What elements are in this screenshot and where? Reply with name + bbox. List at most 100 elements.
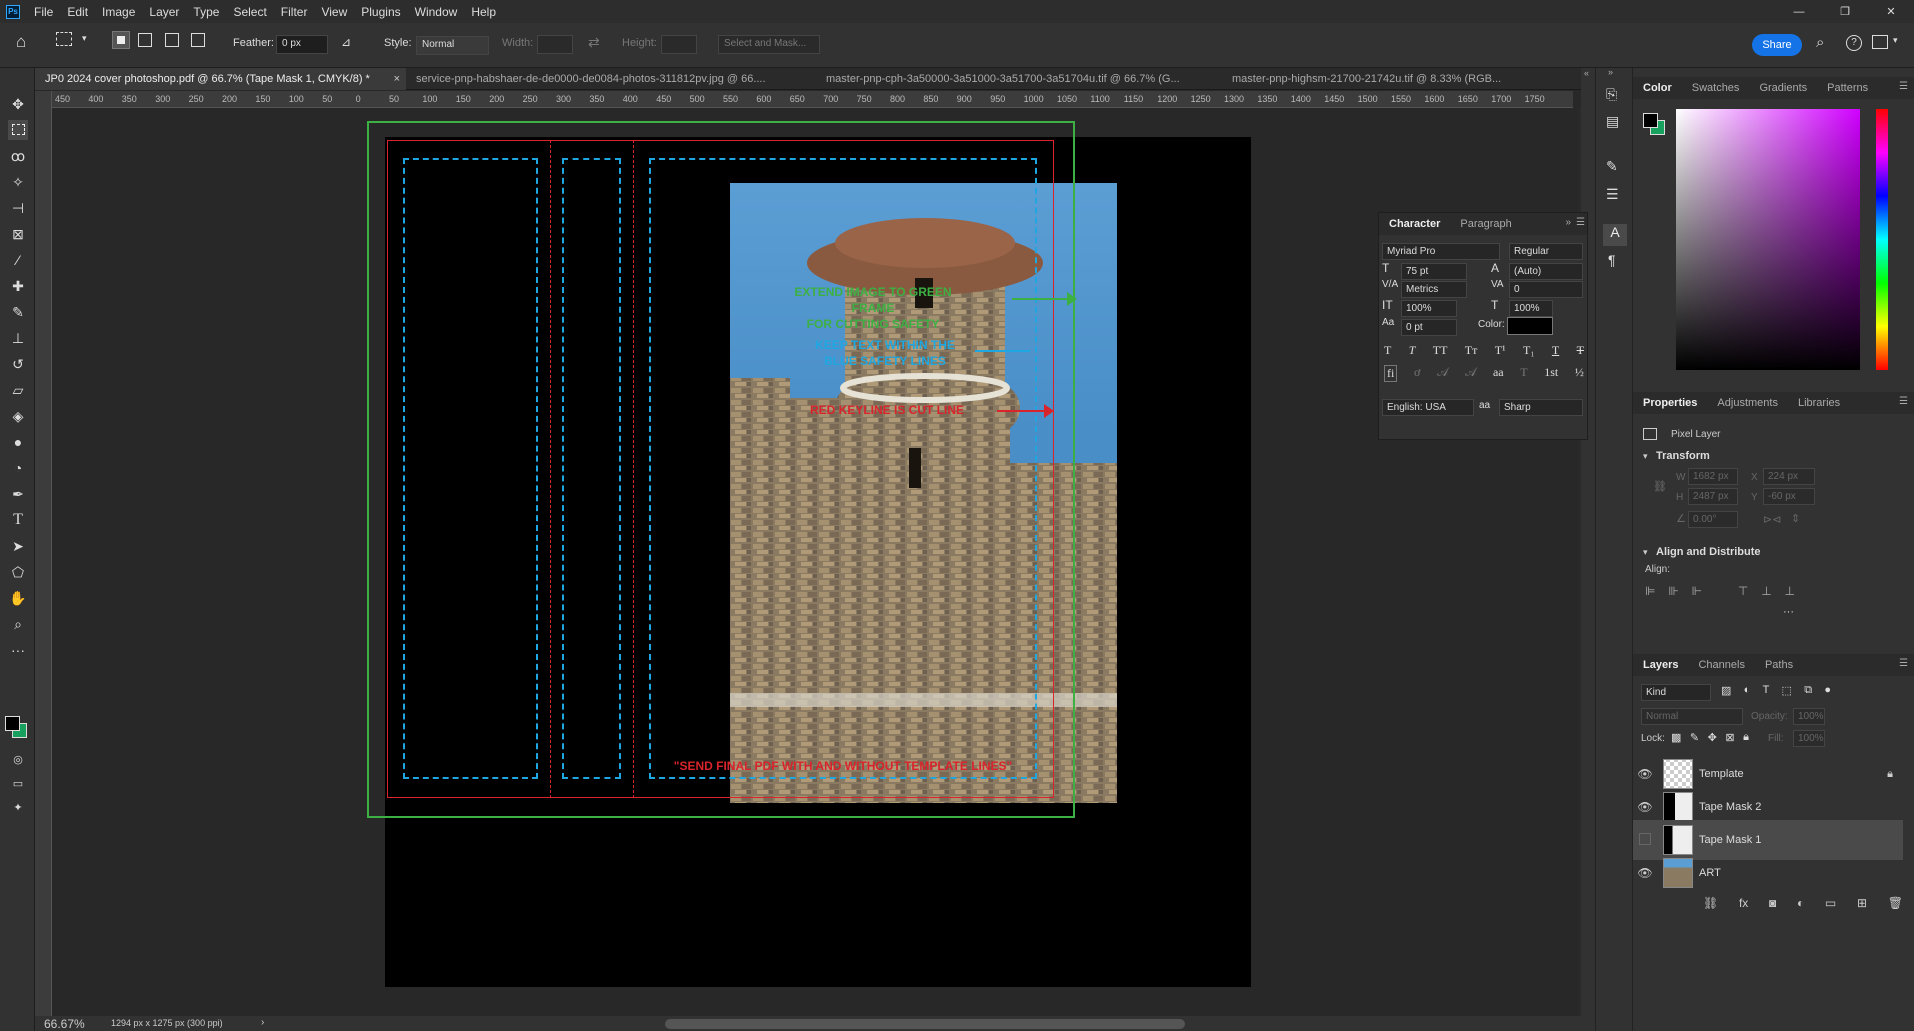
move-tool-icon[interactable]: ✥ [8,94,28,114]
titling-alternates-icon[interactable]: aa [1493,365,1504,382]
feather-input[interactable]: 0 px [276,35,328,54]
healing-brush-tool-icon[interactable]: ✚ [8,276,28,296]
tab-character[interactable]: Character [1379,218,1450,230]
help-icon[interactable]: ? [1846,35,1862,51]
angle-field[interactable]: 0.00° [1688,511,1738,528]
text-color-swatch[interactable] [1507,317,1553,335]
filter-type-icon[interactable]: T [1763,684,1770,697]
marquee-tool-icon[interactable] [8,120,28,140]
menu-help[interactable]: Help [464,5,503,19]
subscript-icon[interactable]: T₁ [1523,343,1535,358]
lock-paint-icon[interactable]: ✎ [1690,731,1699,744]
baseline-shift-input[interactable]: 0 pt [1401,319,1457,336]
all-caps-icon[interactable]: TT [1433,343,1448,358]
layer-art[interactable]: 👁︎ ART [1633,853,1903,893]
lock-all-icon[interactable]: 🔒︎ [1743,731,1749,744]
style-select[interactable]: Normal [416,36,489,55]
delete-layer-icon[interactable]: 🗑︎ [1888,896,1903,910]
tab-patterns[interactable]: Patterns [1817,82,1878,94]
faux-bold-icon[interactable]: T [1384,343,1391,358]
crop-tool-icon[interactable]: ⊣ [8,198,28,218]
layer-filter-select[interactable]: Kind [1641,684,1711,701]
tab-properties[interactable]: Properties [1633,397,1707,409]
dodge-tool-icon[interactable]: ◔ [8,458,28,478]
menu-edit[interactable]: Edit [60,5,95,19]
strikethrough-icon[interactable]: T [1577,343,1584,358]
leading-input[interactable]: (Auto) [1509,263,1583,280]
font-style-select[interactable]: Regular [1509,243,1583,260]
tab-highsm[interactable]: master-pnp-highsm-21700-21742u.tif @ 8.3… [1222,68,1581,90]
height-field[interactable]: 2487 px [1688,488,1738,505]
horizontal-ruler[interactable]: 450 400 350 300 250 200 150 100 50 0 50 100 150 200 25… [43,91,1573,108]
generative-icon[interactable]: ✦ [8,798,28,818]
width-input[interactable] [537,35,573,54]
width-field[interactable]: 1682 px [1688,468,1738,485]
filter-adjustment-icon[interactable]: ◐ [1744,684,1751,697]
tab-channels[interactable]: Channels [1688,659,1754,671]
y-field[interactable]: -60 px [1763,488,1815,505]
ligature-icon[interactable]: fi [1384,365,1398,382]
quick-mask-icon[interactable]: ◎ [8,750,28,770]
kerning-select[interactable]: Metrics [1401,281,1467,298]
lock-artboard-icon[interactable]: ⊠ [1725,731,1734,744]
filter-smart-icon[interactable]: ⧉ [1804,684,1812,697]
eraser-tool-icon[interactable]: ▱ [8,380,28,400]
menu-type[interactable]: Type [186,5,226,19]
tab-paragraph[interactable]: Paragraph [1450,218,1521,230]
character-panel-icon[interactable]: A [1603,224,1627,246]
shape-tool-icon[interactable]: ⬠ [8,562,28,582]
add-selection-icon[interactable] [138,33,152,47]
panel-menu-icon[interactable]: ☰ [1576,217,1585,228]
select-and-mask-button[interactable]: Select and Mask... [718,35,820,54]
lock-position-icon[interactable]: ✥ [1708,731,1717,744]
tab-habshaer[interactable]: service-pnp-habshaer-de-de0000-de0084-ph… [406,68,816,90]
tab-cph[interactable]: master-pnp-cph-3a50000-3a51000-3a51700-3… [816,68,1222,90]
visibility-toggle[interactable] [1633,832,1657,848]
opacity-input[interactable]: 100% [1793,708,1825,725]
fractions-icon[interactable]: ½ [1575,365,1584,382]
align-left-icon[interactable]: ⊫ [1645,584,1655,598]
chevron-down-icon[interactable]: ▾ [1643,451,1648,462]
color-panel-fg-swatch[interactable] [1643,113,1658,128]
new-adjustment-icon[interactable]: ◐ [1797,896,1804,910]
small-caps-icon[interactable]: Tт [1465,343,1478,358]
faux-italic-icon[interactable]: T [1409,343,1416,358]
height-input[interactable] [661,35,697,54]
new-selection-icon[interactable] [112,31,130,49]
comments-panel-icon[interactable]: ▤ [1606,113,1619,130]
align-vcenter-icon[interactable]: ⊥ [1761,584,1771,598]
underline-icon[interactable]: T [1552,343,1559,358]
language-select[interactable]: English: USA [1382,399,1474,416]
menu-window[interactable]: Window [408,5,465,19]
flip-horizontal-icon[interactable]: ⊳⊲ [1763,513,1781,526]
stylistic-alternates-icon[interactable]: 𝒜 [1465,365,1476,382]
chevron-down-icon[interactable]: ▾ [82,33,87,44]
menu-filter[interactable]: Filter [274,5,315,19]
horizontal-scale-input[interactable]: 100% [1509,300,1553,317]
swap-icon[interactable]: ⇄ [588,34,600,51]
menu-view[interactable]: View [314,5,354,19]
tab-swatches[interactable]: Swatches [1682,82,1750,94]
home-icon[interactable]: ⌂ [16,32,26,52]
workspace-icon[interactable] [1872,35,1888,49]
collapse-icon[interactable]: » [1608,67,1613,77]
zoom-level[interactable]: 66.67% [44,1017,85,1031]
blend-mode-select[interactable]: Normal [1641,708,1743,725]
collapse-icon[interactable]: » [1565,217,1571,228]
tracking-select[interactable]: 0 [1509,281,1583,298]
anti-alias-icon[interactable]: ⊿ [341,35,351,49]
magic-wand-tool-icon[interactable]: ✧ [8,172,28,192]
link-layers-icon[interactable]: ⛓ [1703,896,1718,910]
more-options-icon[interactable]: ··· [1783,606,1794,618]
vertical-scale-input[interactable]: 100% [1401,300,1457,317]
intersect-selection-icon[interactable] [191,33,205,47]
hand-tool-icon[interactable]: ✋ [8,588,28,608]
zoom-tool-icon[interactable]: ⌕ [8,614,28,634]
eyedropper-tool-icon[interactable]: ⁄ [8,250,28,270]
link-icon[interactable]: ⛓ [1653,480,1667,493]
paragraph-panel-icon[interactable]: ¶ [1608,252,1616,268]
type-tool-icon[interactable]: T [8,510,28,530]
close-icon[interactable]: × [394,68,400,90]
visibility-eye-icon[interactable]: 👁︎ [1633,767,1657,781]
discretionary-ligature-icon[interactable]: ơ [1414,365,1420,382]
